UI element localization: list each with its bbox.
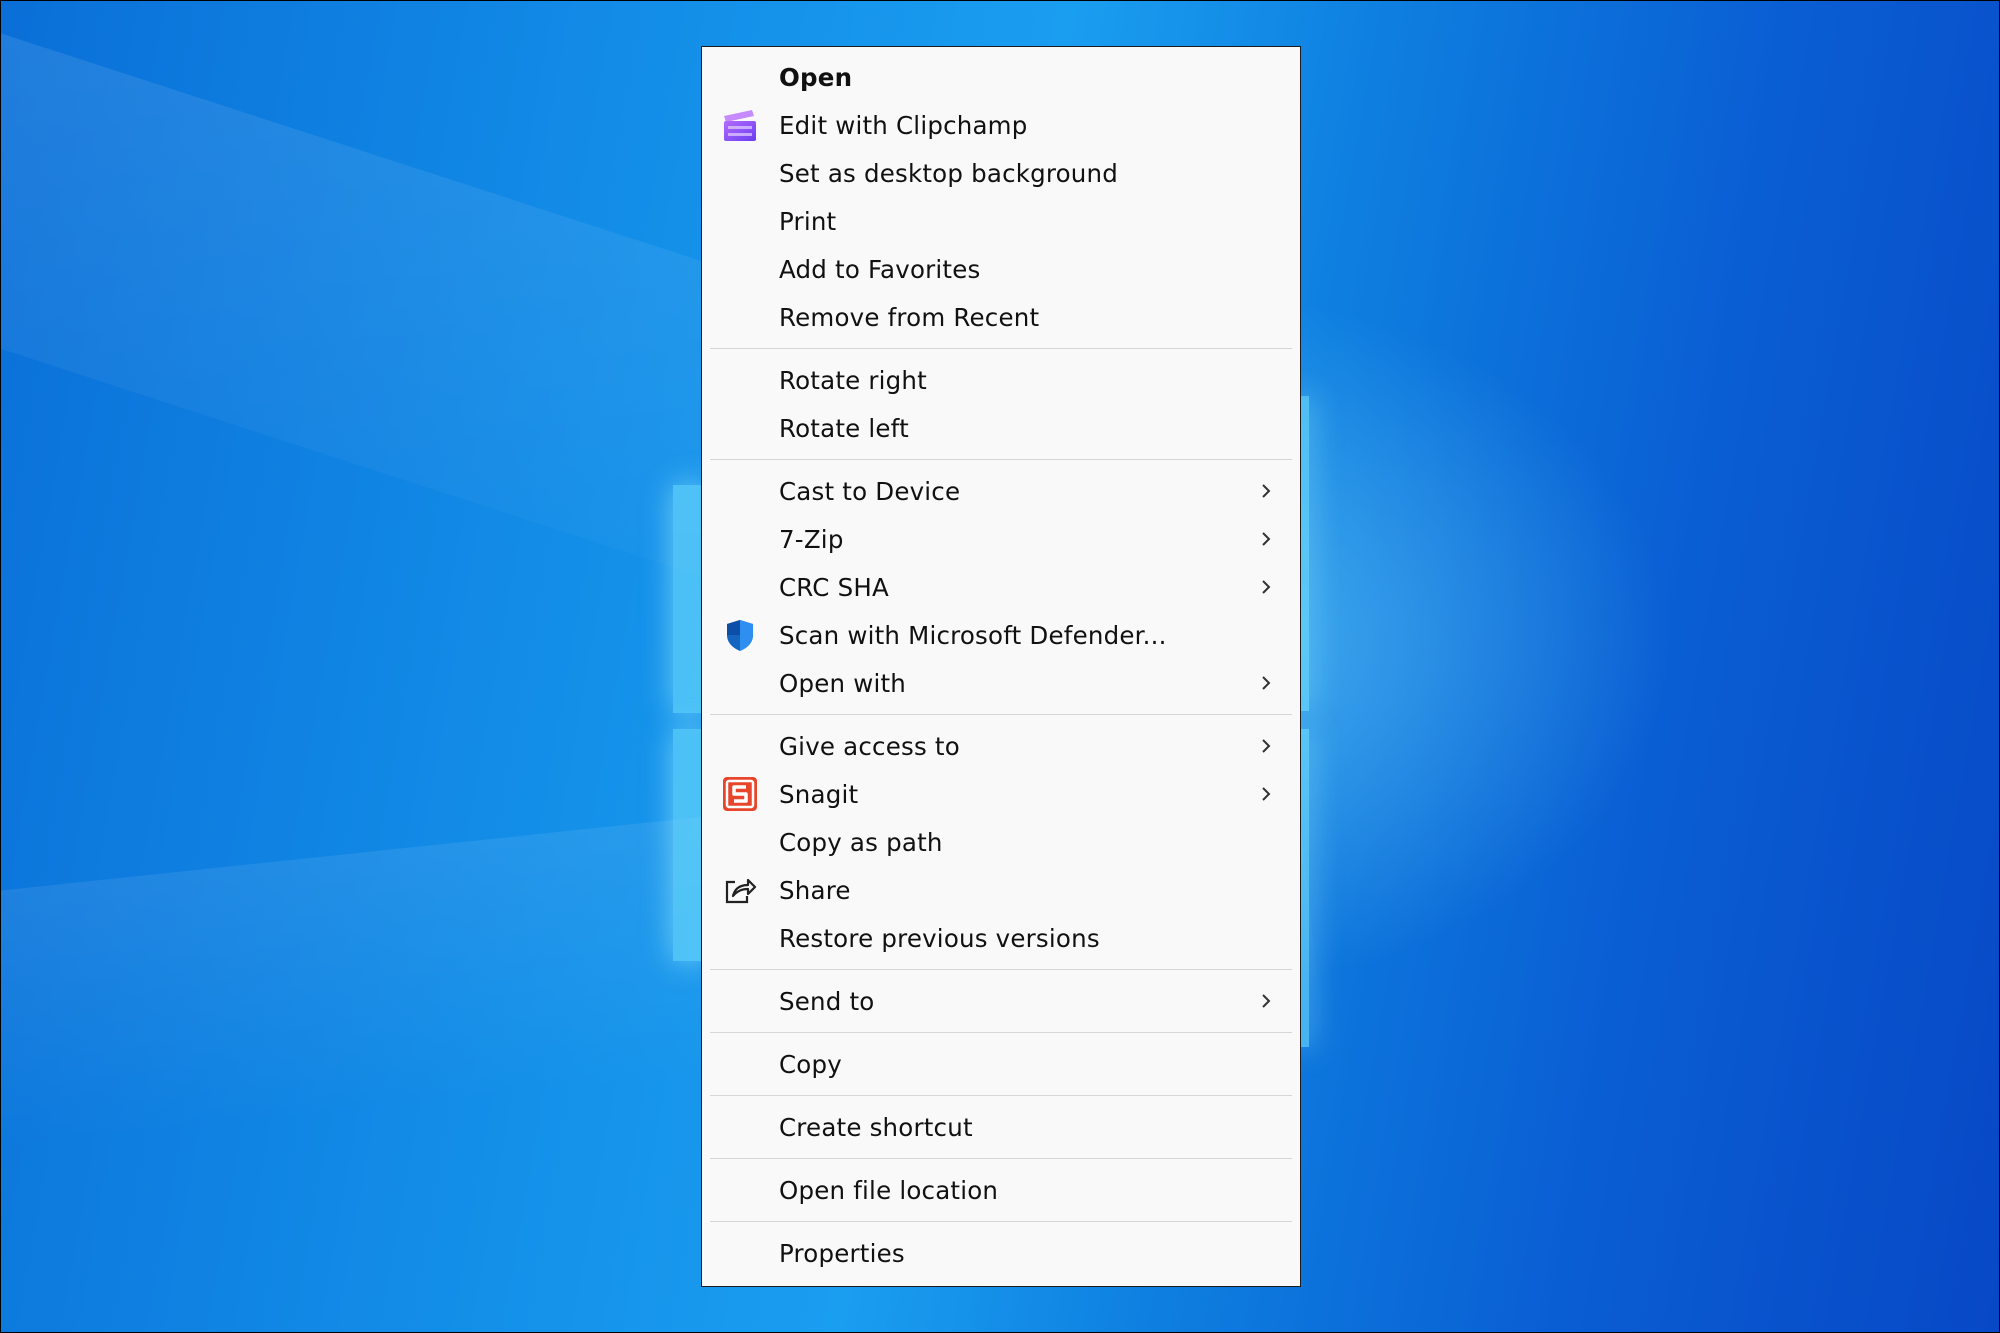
menu-item-label: Rotate left (779, 413, 909, 443)
menu-item-edit-with-clipchamp[interactable]: Edit with Clipchamp (702, 101, 1300, 149)
menu-item-properties[interactable]: Properties (702, 1229, 1300, 1277)
context-menu: Open Edit with Clipchamp Set as desktop ba… (701, 46, 1301, 1287)
snagit-icon (721, 775, 759, 813)
clipchamp-icon (721, 106, 759, 144)
menu-item-label: Copy (779, 1049, 842, 1079)
menu-item-label: Add to Favorites (779, 254, 981, 284)
menu-item-rotate-right[interactable]: Rotate right (702, 356, 1300, 404)
menu-item-label: Open (779, 62, 853, 92)
menu-item-label: Remove from Recent (779, 302, 1040, 332)
menu-item-label: 7-Zip (779, 524, 844, 554)
share-icon (721, 871, 759, 909)
menu-separator (702, 1151, 1300, 1166)
menu-item-label: Print (779, 206, 837, 236)
chevron-right-icon (1256, 991, 1276, 1011)
menu-item-set-as-desktop-background[interactable]: Set as desktop background (702, 149, 1300, 197)
menu-item-print[interactable]: Print (702, 197, 1300, 245)
chevron-right-icon (1256, 673, 1276, 693)
menu-item-add-to-favorites[interactable]: Add to Favorites (702, 245, 1300, 293)
menu-item-copy-as-path[interactable]: Copy as path (702, 818, 1300, 866)
menu-item-label: Send to (779, 986, 875, 1016)
menu-item-label: Copy as path (779, 827, 943, 857)
menu-item-snagit[interactable]: Snagit (702, 770, 1300, 818)
menu-item-label: Create shortcut (779, 1112, 973, 1142)
menu-item-label: Share (779, 875, 851, 905)
menu-item-crc-sha[interactable]: CRC SHA (702, 563, 1300, 611)
menu-item-scan-with-microsoft-defender[interactable]: Scan with Microsoft Defender... (702, 611, 1300, 659)
chevron-right-icon (1256, 481, 1276, 501)
desktop-background: Open Edit with Clipchamp Set as desktop ba… (0, 0, 2000, 1333)
menu-item-create-shortcut[interactable]: Create shortcut (702, 1103, 1300, 1151)
chevron-right-icon (1256, 529, 1276, 549)
menu-item-copy[interactable]: Copy (702, 1040, 1300, 1088)
menu-item-label: Open with (779, 668, 907, 698)
menu-item-label: Restore previous versions (779, 923, 1100, 953)
menu-item-cast-to-device[interactable]: Cast to Device (702, 467, 1300, 515)
menu-item-label: Rotate right (779, 365, 927, 395)
menu-item-open-with[interactable]: Open with (702, 659, 1300, 707)
menu-separator (702, 1214, 1300, 1229)
menu-item-give-access-to[interactable]: Give access to (702, 722, 1300, 770)
menu-item-restore-previous-versions[interactable]: Restore previous versions (702, 914, 1300, 962)
menu-item-label: Give access to (779, 731, 960, 761)
menu-item-label: Properties (779, 1238, 905, 1268)
menu-item-send-to[interactable]: Send to (702, 977, 1300, 1025)
chevron-right-icon (1256, 736, 1276, 756)
menu-separator (702, 1025, 1300, 1040)
defender-shield-icon (721, 616, 759, 654)
menu-item-label: Edit with Clipchamp (779, 110, 1028, 140)
menu-item-open[interactable]: Open (702, 53, 1300, 101)
menu-item-open-file-location[interactable]: Open file location (702, 1166, 1300, 1214)
menu-item-label: Scan with Microsoft Defender... (779, 620, 1167, 650)
menu-separator (702, 1088, 1300, 1103)
menu-item-label: Snagit (779, 779, 859, 809)
menu-item-7-zip[interactable]: 7-Zip (702, 515, 1300, 563)
menu-item-remove-from-recent[interactable]: Remove from Recent (702, 293, 1300, 341)
menu-item-label: Open file location (779, 1175, 999, 1205)
menu-item-share[interactable]: Share (702, 866, 1300, 914)
menu-item-label: CRC SHA (779, 572, 889, 602)
menu-separator (702, 452, 1300, 467)
menu-separator (702, 341, 1300, 356)
chevron-right-icon (1256, 577, 1276, 597)
menu-separator (702, 962, 1300, 977)
chevron-right-icon (1256, 784, 1276, 804)
menu-item-label: Set as desktop background (779, 158, 1119, 188)
menu-item-rotate-left[interactable]: Rotate left (702, 404, 1300, 452)
menu-item-label: Cast to Device (779, 476, 961, 506)
menu-separator (702, 707, 1300, 722)
